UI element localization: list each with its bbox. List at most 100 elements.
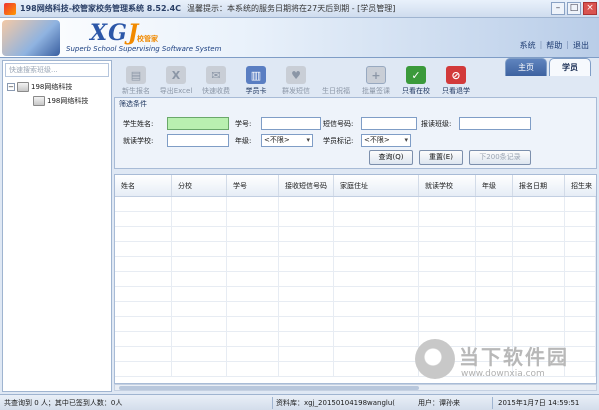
empty-table-cell [419,197,476,212]
export-excel-button[interactable]: X 导出Excel [156,60,196,96]
column-header[interactable]: 就读学校 [419,175,476,196]
app-banner: XGJ 校管家 Superb School Supervising Softwa… [0,18,599,76]
sms-no-input[interactable] [361,117,417,130]
empty-table-cell [565,287,596,302]
reset-button[interactable]: 重置(E) [419,150,463,165]
student-tag-label: 学员标记: [323,137,354,145]
menu-separator: | [566,40,569,49]
empty-table-cell [513,287,565,302]
brand-logo: XGJ [90,20,140,46]
view-dropped-button[interactable]: ⊘ 只看退学 [436,60,476,96]
scroll-thumb[interactable] [119,386,419,390]
column-header[interactable]: 报名日期 [513,175,565,196]
column-header[interactable]: 姓名 [115,175,172,196]
student-name-input[interactable] [167,117,229,130]
menu-system[interactable]: 系统 [520,40,536,51]
new-signup-button[interactable]: ▤ 新生报名 [116,60,156,96]
empty-table-cell [172,272,227,287]
filter-legend: 筛选条件 [119,100,147,108]
empty-table-cell [419,242,476,257]
empty-table-cell [419,212,476,227]
status-user: 用户：谭孙来 [418,399,460,407]
menu-help[interactable]: 帮助 [546,40,562,51]
envelope-icon: ✉ [206,66,226,84]
birthday-button[interactable]: 生日祝福 [316,60,356,96]
empty-table-cell [279,257,334,272]
quick-fee-button[interactable]: ✉ 快速收费 [196,60,236,96]
empty-table-cell [513,302,565,317]
empty-table-cell [565,197,596,212]
computer-icon [17,82,29,92]
empty-table-cell [419,287,476,302]
empty-table-cell [565,212,596,227]
close-button[interactable]: × [583,2,597,15]
student-no-label: 学号: [235,120,252,128]
empty-table-cell [227,197,279,212]
tree-node-child[interactable]: 198网络科技 [7,94,109,108]
student-card-button[interactable]: ▥ 学员卡 [236,60,276,96]
minimize-button[interactable]: – [551,2,565,15]
view-enrolled-button[interactable]: ✓ 只看在校 [396,60,436,96]
empty-table-cell [334,332,419,347]
empty-table-row [115,302,596,317]
next-200-button[interactable]: 下200条记录 [469,150,531,165]
empty-table-cell [172,317,227,332]
column-header[interactable]: 分校 [172,175,227,196]
column-header[interactable]: 接收短信号码 [279,175,334,196]
empty-table-cell [227,317,279,332]
empty-table-cell [334,287,419,302]
empty-table-cell [334,347,419,362]
menu-exit[interactable]: 退出 [573,40,589,51]
student-tag-select[interactable]: <不限> ▾ [361,134,411,147]
empty-table-cell [476,272,513,287]
empty-table-cell [115,287,172,302]
empty-table-cell [279,287,334,302]
school-input[interactable] [167,134,229,147]
column-header[interactable]: 年级 [476,175,513,196]
column-header[interactable]: 招生来 [565,175,596,196]
banner-photo [2,20,60,56]
horizontal-scrollbar[interactable] [114,384,597,391]
empty-table-cell [565,302,596,317]
status-divider [492,397,493,409]
empty-table-cell [334,272,419,287]
maximize-button[interactable]: □ [567,2,581,15]
empty-table-cell [334,242,419,257]
empty-table-cell [334,257,419,272]
checkmark-user-icon: ✓ [406,66,426,84]
empty-table-row [115,257,596,272]
empty-table-cell [419,227,476,242]
empty-table-cell [115,212,172,227]
empty-table-cell [279,317,334,332]
column-header[interactable]: 家庭住址 [334,175,419,196]
watermark-url: www.downxia.com [461,369,545,379]
top-menu: 系统 | 帮助 | 退出 [520,40,589,51]
no-entry-user-icon: ⊘ [446,66,466,84]
signup-class-input[interactable] [459,117,531,130]
empty-table-cell [334,362,419,377]
grade-select[interactable]: <不限> ▾ [261,134,313,147]
empty-table-row [115,197,596,212]
empty-table-cell [115,257,172,272]
empty-table-cell [227,272,279,287]
batch-sign-button[interactable]: + 批量签课 [356,60,396,96]
student-name-label: 学生姓名: [123,120,154,128]
class-search-input[interactable]: 快速搜索班级... [5,63,109,77]
empty-table-cell [115,362,172,377]
empty-table-cell [476,197,513,212]
collapse-toggle-icon[interactable]: − [7,83,15,91]
column-header[interactable]: 学号 [227,175,279,196]
group-sms-button[interactable]: ♥ 群发短信 [276,60,316,96]
empty-table-cell [476,227,513,242]
student-no-input[interactable] [261,117,321,130]
empty-table-cell [172,332,227,347]
query-button[interactable]: 查询(Q) [369,150,413,165]
title-bar: 198网络科技-校管家校务管理系统 8.52.4C 温馨提示：本系统的服务日期将… [0,0,599,18]
window-controls: – □ × [551,2,597,15]
empty-table-cell [419,272,476,287]
tree-node-root[interactable]: − 198网络科技 [7,80,109,94]
chevron-down-icon: ▾ [404,136,408,144]
empty-table-row [115,287,596,302]
empty-table-cell [115,332,172,347]
empty-table-cell [172,302,227,317]
